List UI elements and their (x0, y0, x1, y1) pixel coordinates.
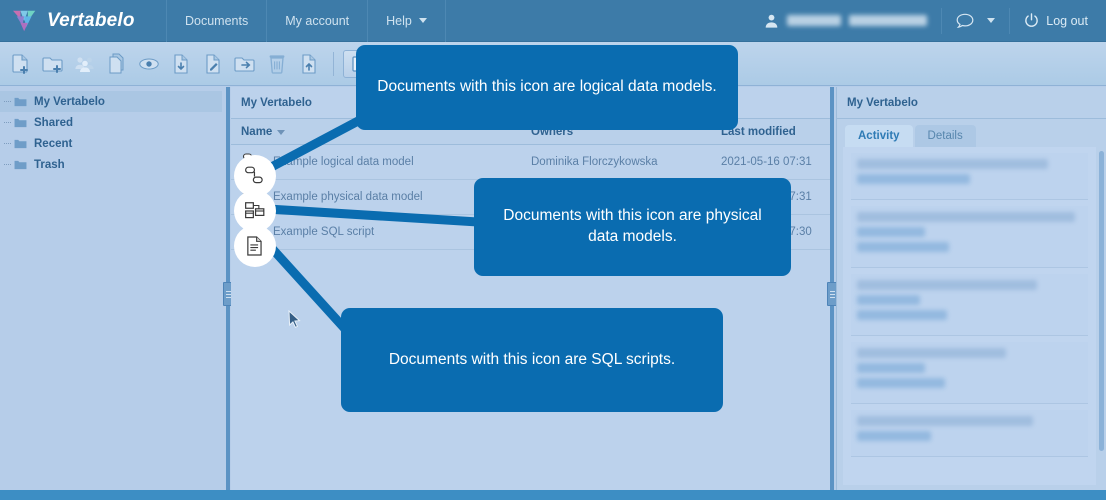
callout-sql-scripts: Documents with this icon are SQL scripts… (341, 308, 723, 412)
vertabelo-app-window: Vertabelo Documents My account Help Log … (0, 0, 1106, 500)
callout-physical-data-models: Documents with this icon are physical da… (474, 178, 791, 276)
highlight-circle-sql-icon (234, 225, 276, 267)
callout-logical-data-models: Documents with this icon are logical dat… (356, 45, 738, 130)
sql-script-icon (247, 236, 262, 256)
logical-data-model-icon (245, 166, 263, 184)
callout-text: Documents with this icon are SQL scripts… (388, 350, 676, 368)
callout-text: Documents with this icon are physical da… (503, 207, 762, 245)
mouse-cursor (288, 310, 301, 328)
callout-text: Documents with this icon are logical dat… (377, 78, 717, 96)
physical-data-model-icon (245, 202, 265, 219)
